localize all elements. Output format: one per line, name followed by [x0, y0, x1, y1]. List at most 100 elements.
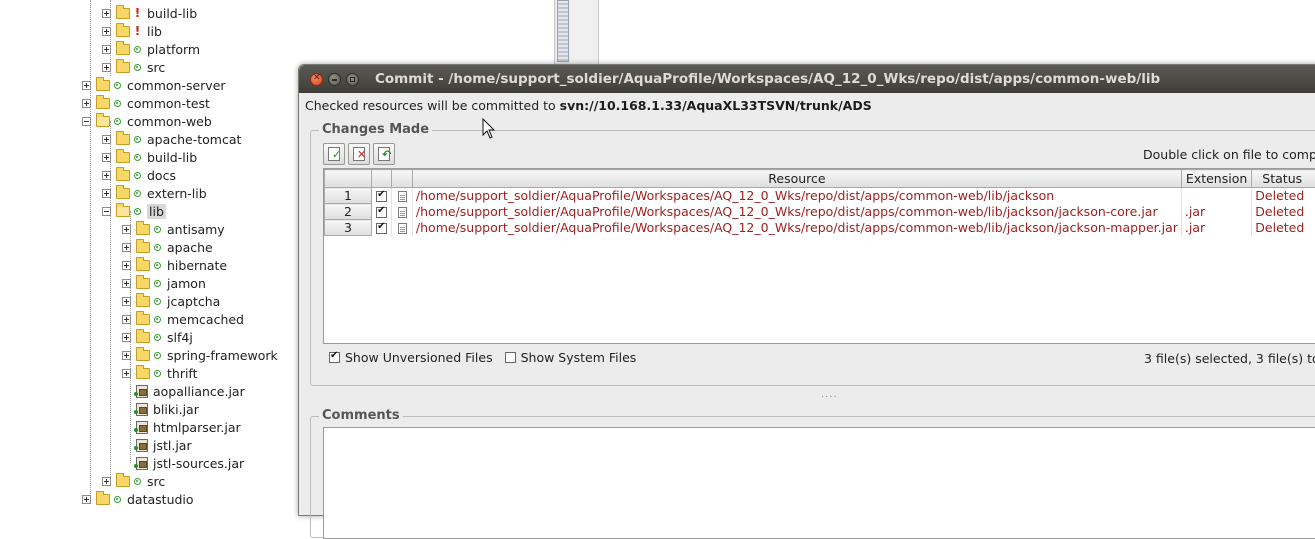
tree-node-jamon[interactable]: jamon — [122, 274, 206, 292]
tree-node-label[interactable]: src — [147, 60, 165, 75]
tree-node-label[interactable]: jstl.jar — [153, 438, 192, 453]
deselect-all-button[interactable]: ✕ — [348, 143, 370, 165]
resources-table[interactable]: Resource Extension Status 1/home/support… — [323, 168, 1315, 344]
expand-toggle-icon[interactable] — [82, 99, 91, 108]
tree-node-label[interactable]: common-server — [127, 78, 226, 93]
tree-node-spring-framework[interactable]: spring-framework — [122, 346, 278, 364]
expand-toggle-icon[interactable] — [82, 81, 91, 90]
tree-node-common-test[interactable]: common-test — [82, 94, 210, 112]
tree-node-extern-lib[interactable]: extern-lib — [102, 184, 207, 202]
revert-button[interactable]: ↶ — [373, 143, 395, 165]
tree-node-docs[interactable]: docs — [102, 166, 176, 184]
tree-node-aopalliance-jar[interactable]: aopalliance.jar — [122, 382, 245, 400]
tree-node-label[interactable]: jamon — [167, 276, 206, 291]
scrollbar-thumb[interactable] — [557, 0, 569, 62]
tree-node-label[interactable]: slf4j — [167, 330, 193, 345]
show-unversioned-label[interactable]: Show Unversioned Files — [345, 350, 493, 365]
cell-resource[interactable]: /home/support_soldier/AquaProfile/Worksp… — [412, 204, 1181, 220]
tree-node-htmlparser-jar[interactable]: htmlparser.jar — [122, 418, 241, 436]
expand-toggle-icon[interactable] — [102, 45, 111, 54]
expand-toggle-icon[interactable] — [122, 225, 131, 234]
expand-toggle-icon[interactable] — [102, 63, 111, 72]
tree-node-apache-tomcat[interactable]: apache-tomcat — [102, 130, 241, 148]
maximize-window-button[interactable] — [346, 73, 359, 86]
tree-node-label[interactable]: platform — [147, 42, 200, 57]
tree-node-label[interactable]: aopalliance.jar — [153, 384, 245, 399]
expand-toggle-icon[interactable] — [122, 315, 131, 324]
tree-node-label[interactable]: jcaptcha — [167, 294, 220, 309]
tree-node-common-server[interactable]: common-server — [82, 76, 226, 94]
tree-node-jcaptcha[interactable]: jcaptcha — [122, 292, 220, 310]
tree-node-label[interactable]: htmlparser.jar — [153, 420, 241, 435]
cell-status[interactable]: Deleted — [1252, 220, 1315, 236]
expand-toggle-icon[interactable] — [102, 477, 111, 486]
tree-node-label[interactable]: apache-tomcat — [147, 132, 241, 147]
cell-resource[interactable]: /home/support_soldier/AquaProfile/Worksp… — [412, 188, 1181, 204]
tree-node-src[interactable]: src — [102, 58, 165, 76]
col-header-status[interactable]: Status — [1252, 170, 1315, 188]
tree-node-label[interactable]: datastudio — [127, 492, 194, 507]
tree-node-label[interactable]: antisamy — [167, 222, 225, 237]
expand-toggle-icon[interactable] — [122, 243, 131, 252]
tree-node-src[interactable]: src — [102, 472, 165, 490]
col-header-icon[interactable] — [392, 170, 412, 188]
expand-toggle-icon[interactable] — [122, 261, 131, 270]
tree-node-label[interactable]: build-lib — [147, 6, 197, 21]
tree-node-label[interactable]: hibernate — [167, 258, 227, 273]
tree-node-platform[interactable]: platform — [102, 40, 200, 58]
row-commit-checkbox[interactable] — [376, 207, 387, 218]
expand-toggle-icon[interactable] — [122, 279, 131, 288]
collapse-toggle-icon[interactable] — [102, 207, 111, 216]
minimize-window-button[interactable] — [328, 73, 341, 86]
col-header-row-number[interactable] — [325, 170, 372, 188]
tree-node-label[interactable]: jstl-sources.jar — [153, 456, 244, 471]
tree-node-label[interactable]: docs — [147, 168, 176, 183]
collapse-toggle-icon[interactable] — [82, 117, 91, 126]
expand-toggle-icon[interactable] — [102, 27, 111, 36]
tree-node-antisamy[interactable]: antisamy — [122, 220, 225, 238]
tree-node-label[interactable]: extern-lib — [147, 186, 207, 201]
tree-node-label[interactable]: build-lib — [147, 150, 197, 165]
tree-node-hibernate[interactable]: hibernate — [122, 256, 227, 274]
tree-node-bliki-jar[interactable]: bliki.jar — [122, 400, 199, 418]
tree-node-label[interactable]: lib — [147, 24, 162, 39]
resource-row[interactable]: 3/home/support_soldier/AquaProfile/Works… — [325, 220, 1315, 236]
col-header-resource[interactable]: Resource — [412, 170, 1181, 188]
tree-node-label[interactable]: lib — [147, 204, 166, 219]
show-system-label[interactable]: Show System Files — [521, 350, 637, 365]
tree-node-common-web[interactable]: common-web — [82, 112, 212, 130]
expand-toggle-icon[interactable] — [102, 9, 111, 18]
expand-toggle-icon[interactable] — [122, 369, 131, 378]
show-unversioned-checkbox[interactable] — [329, 352, 340, 363]
dialog-titlebar[interactable]: Commit - /home/support_soldier/AquaProfi… — [299, 65, 1315, 93]
tree-node-label[interactable]: bliki.jar — [153, 402, 199, 417]
tree-node-jstl-sources-jar[interactable]: jstl-sources.jar — [122, 454, 244, 472]
expand-toggle-icon[interactable] — [102, 189, 111, 198]
tree-node-build-lib[interactable]: build-lib — [102, 148, 197, 166]
select-all-button[interactable]: ✓ — [323, 143, 345, 165]
cell-extension[interactable] — [1181, 188, 1251, 204]
close-window-button[interactable] — [310, 73, 323, 86]
resource-row[interactable]: 2/home/support_soldier/AquaProfile/Works… — [325, 204, 1315, 220]
tree-node-label[interactable]: spring-framework — [167, 348, 278, 363]
checkbox-cell[interactable] — [371, 204, 392, 220]
col-header-extension[interactable]: Extension — [1181, 170, 1251, 188]
tree-node-label[interactable]: apache — [167, 240, 213, 255]
tree-node-label[interactable]: common-web — [127, 114, 212, 129]
tree-node-apache[interactable]: apache — [122, 238, 213, 256]
tree-node-build-lib[interactable]: !build-lib — [102, 4, 197, 22]
expand-toggle-icon[interactable] — [102, 135, 111, 144]
expand-toggle-icon[interactable] — [82, 495, 91, 504]
tree-node-lib[interactable]: !lib — [102, 22, 162, 40]
col-header-checkbox[interactable] — [371, 170, 392, 188]
row-commit-checkbox[interactable] — [376, 191, 387, 202]
show-system-checkbox[interactable] — [505, 352, 516, 363]
split-divider-handle[interactable]: .... — [821, 389, 838, 400]
cell-status[interactable]: Deleted — [1252, 204, 1315, 220]
checkbox-cell[interactable] — [371, 220, 392, 236]
tree-node-jstl-jar[interactable]: jstl.jar — [122, 436, 192, 454]
tree-node-label[interactable]: thrift — [167, 366, 198, 381]
cell-extension[interactable]: .jar — [1181, 220, 1251, 236]
commit-comment-textarea[interactable] — [323, 427, 1315, 539]
expand-toggle-icon[interactable] — [102, 153, 111, 162]
